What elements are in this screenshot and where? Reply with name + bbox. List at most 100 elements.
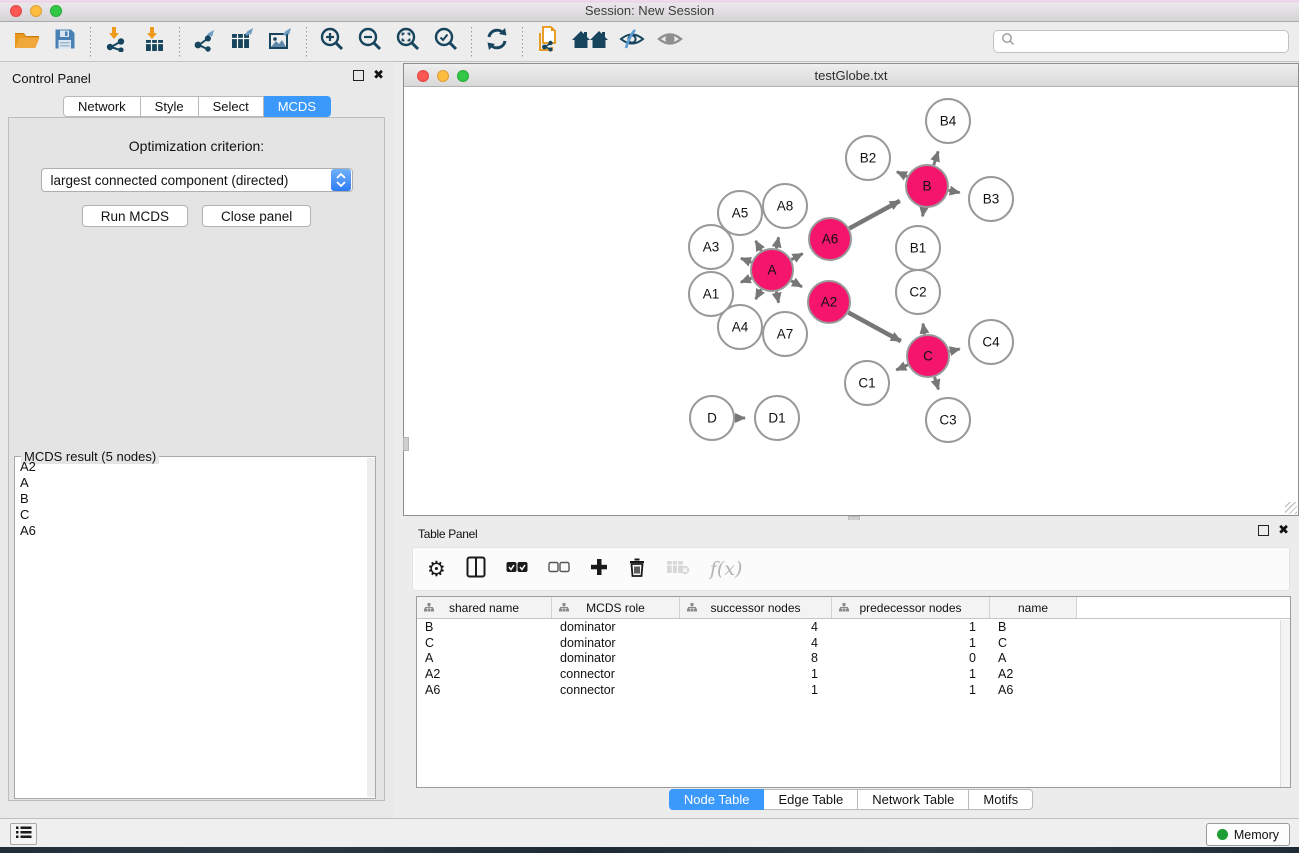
edge-A-A8[interactable] — [776, 237, 778, 248]
table-row[interactable]: Bdominator41B — [417, 619, 1290, 635]
zoom-in-button[interactable] — [313, 25, 351, 59]
column-header-predecessor-nodes[interactable]: predecessor nodes — [832, 597, 990, 618]
table-scrollbar[interactable] — [1280, 620, 1290, 787]
table-cell[interactable]: A2 — [990, 667, 1077, 681]
edge-B-B2[interactable] — [897, 172, 907, 177]
table-settings-button[interactable]: ⚙ — [427, 559, 446, 579]
export-network-button[interactable] — [186, 25, 224, 59]
edge-A-A7[interactable] — [776, 292, 778, 303]
table-cell[interactable]: B — [417, 620, 552, 634]
tab-style[interactable]: Style — [141, 96, 199, 117]
select-all-columns-button[interactable] — [506, 560, 528, 578]
table-cell[interactable]: B — [990, 620, 1077, 634]
delete-table-button[interactable] — [666, 559, 690, 580]
table-row[interactable]: A6connector11A6 — [417, 682, 1290, 698]
table-cell[interactable]: 8 — [680, 651, 832, 665]
tab-network[interactable]: Network — [63, 96, 141, 117]
hide-graphics-details-button[interactable] — [613, 25, 651, 59]
mcds-result-item[interactable]: C — [15, 507, 366, 523]
tab-node-table[interactable]: Node Table — [669, 789, 765, 810]
network-graph[interactable]: B4B2BB3A5A8A6B1A3AC2A1A2A4A7C4CC1DD1C3 — [404, 88, 1298, 515]
table-row[interactable]: A2connector11A2 — [417, 666, 1290, 682]
resize-grip-icon[interactable] — [1285, 502, 1297, 514]
edge-C-C2[interactable] — [923, 324, 925, 335]
column-header-name[interactable]: name — [990, 597, 1077, 618]
table-cell[interactable]: A6 — [417, 683, 552, 697]
search-field[interactable] — [993, 30, 1289, 53]
edge-A6-B[interactable] — [849, 201, 899, 229]
optimization-criterion-select[interactable]: largest connected component (directed) — [41, 168, 353, 192]
table-cell[interactable]: C — [990, 636, 1077, 650]
table-cell[interactable]: A2 — [417, 667, 552, 681]
mcds-result-scrollbar[interactable] — [367, 458, 375, 797]
table-cell[interactable]: C — [417, 636, 552, 650]
table-cell[interactable]: 1 — [832, 636, 990, 650]
table-cell[interactable]: 0 — [832, 651, 990, 665]
delete-column-button[interactable] — [628, 557, 646, 582]
table-cell[interactable]: 1 — [832, 667, 990, 681]
edge-C-C3[interactable] — [935, 377, 939, 389]
column-header-MCDS-role[interactable]: MCDS role — [552, 597, 680, 618]
create-column-button[interactable] — [590, 558, 608, 581]
close-panel-button[interactable]: Close panel — [202, 205, 311, 227]
table-cell[interactable]: connector — [552, 667, 680, 681]
run-mcds-button[interactable]: Run MCDS — [82, 205, 188, 227]
close-panel-icon[interactable]: ✖ — [373, 70, 384, 81]
show-panels-menu-button[interactable] — [10, 823, 37, 845]
zoom-out-button[interactable] — [351, 25, 389, 59]
mcds-result-item[interactable]: A2 — [15, 459, 366, 475]
edge-A-A4[interactable] — [756, 289, 762, 299]
edge-A-A1[interactable] — [741, 278, 752, 282]
home-button[interactable] — [567, 25, 613, 59]
table-cell[interactable]: dominator — [552, 620, 680, 634]
close-table-panel-icon[interactable]: ✖ — [1278, 525, 1289, 536]
show-columns-button[interactable] — [466, 556, 486, 583]
tab-mcds[interactable]: MCDS — [264, 96, 331, 117]
import-table-button[interactable] — [135, 25, 173, 59]
table-cell[interactable]: A6 — [990, 683, 1077, 697]
column-header-successor-nodes[interactable]: successor nodes — [680, 597, 832, 618]
float-table-panel-icon[interactable] — [1258, 525, 1269, 536]
table-cell[interactable]: 1 — [680, 683, 832, 697]
memory-button[interactable]: Memory — [1206, 823, 1290, 846]
search-input[interactable] — [1016, 35, 1288, 49]
edge-B-B1[interactable] — [923, 208, 924, 217]
table-cell[interactable]: dominator — [552, 651, 680, 665]
table-cell[interactable]: 4 — [680, 620, 832, 634]
edge-A-A6[interactable] — [791, 254, 802, 260]
zoom-selected-button[interactable] — [427, 25, 465, 59]
table-row[interactable]: Cdominator41C — [417, 635, 1290, 651]
tab-network-table[interactable]: Network Table — [858, 789, 969, 810]
deselect-all-columns-button[interactable] — [548, 560, 570, 578]
save-session-button[interactable] — [46, 25, 84, 59]
table-cell[interactable]: A — [990, 651, 1077, 665]
node-table[interactable]: shared nameMCDS rolesuccessor nodesprede… — [416, 596, 1291, 788]
table-row[interactable]: Adominator80A — [417, 651, 1290, 667]
edge-C-C1[interactable] — [896, 365, 908, 370]
mcds-result-item[interactable]: B — [15, 491, 366, 507]
tab-motifs[interactable]: Motifs — [969, 789, 1033, 810]
duplicate-network-button[interactable] — [529, 25, 567, 59]
mcds-result-item[interactable]: A6 — [15, 523, 366, 539]
refresh-button[interactable] — [478, 25, 516, 59]
edge-B-B3[interactable] — [949, 190, 960, 192]
table-cell[interactable]: 1 — [832, 683, 990, 697]
edge-A2-C[interactable] — [848, 313, 900, 342]
splitter-handle[interactable] — [403, 437, 409, 451]
network-canvas[interactable]: B4B2BB3A5A8A6B1A3AC2A1A2A4A7C4CC1DD1C3 — [404, 88, 1298, 515]
column-header-shared-name[interactable]: shared name — [417, 597, 552, 618]
tab-select[interactable]: Select — [199, 96, 264, 117]
table-cell[interactable]: A — [417, 651, 552, 665]
edge-B-B4[interactable] — [934, 151, 938, 165]
mcds-result-item[interactable]: A — [15, 475, 366, 491]
table-cell[interactable]: 4 — [680, 636, 832, 650]
table-cell[interactable]: 1 — [832, 620, 990, 634]
tab-edge-table[interactable]: Edge Table — [764, 789, 858, 810]
export-image-button[interactable] — [262, 25, 300, 59]
import-network-button[interactable] — [97, 25, 135, 59]
show-graphics-details-button[interactable] — [651, 25, 689, 59]
open-session-button[interactable] — [8, 25, 46, 59]
table-cell[interactable]: dominator — [552, 636, 680, 650]
float-panel-icon[interactable] — [353, 70, 364, 81]
table-cell[interactable]: connector — [552, 683, 680, 697]
